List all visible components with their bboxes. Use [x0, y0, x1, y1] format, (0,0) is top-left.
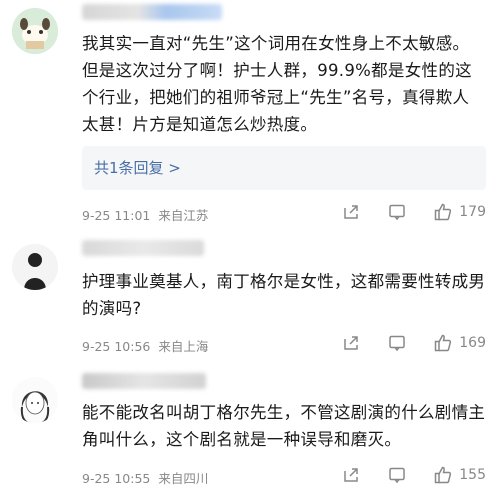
comment-button[interactable]	[387, 333, 407, 353]
share-button[interactable]	[341, 465, 361, 485]
thumbs-up-icon	[435, 466, 452, 484]
comment-text: 能不能改名叫胡丁格尔先生，不管这剧演的什么剧情主角叫什么，这个剧名就是一种误导和…	[82, 403, 486, 449]
like-count: 155	[459, 467, 486, 483]
comment-item: 能不能改名叫胡丁格尔先生，不管这剧演的什么剧情主角叫什么，这个剧名就是一种误导和…	[0, 365, 500, 500]
share-icon	[344, 205, 359, 219]
comment-button[interactable]	[387, 465, 407, 485]
timestamp: 9-25 11:01	[82, 208, 151, 223]
username-blurred[interactable]	[82, 240, 204, 256]
comment-actions: 169	[341, 332, 486, 354]
comment-icon	[389, 204, 406, 221]
replies-button[interactable]: 共1条回复 >	[82, 146, 486, 190]
comment-meta: 9-25 10:55 来自四川	[82, 468, 208, 487]
avatar[interactable]	[12, 244, 58, 290]
comment-meta: 9-25 10:56 来自上海	[82, 336, 208, 355]
username-blurred[interactable]	[82, 373, 206, 389]
timestamp: 9-25 10:55	[82, 471, 151, 486]
like-count: 179	[459, 204, 486, 220]
share-button[interactable]	[341, 333, 361, 353]
comment-icon	[389, 467, 406, 484]
location: 来自江苏	[158, 208, 209, 223]
comment-actions: 155	[341, 464, 486, 486]
like-button[interactable]: 169	[433, 333, 486, 353]
share-button[interactable]	[341, 202, 361, 222]
replies-label: 共1条回复 >	[94, 159, 181, 177]
like-button[interactable]: 179	[433, 202, 486, 222]
timestamp: 9-25 10:56	[82, 339, 151, 354]
thumbs-up-icon	[435, 334, 452, 352]
location: 来自四川	[158, 471, 209, 486]
thumbs-up-icon	[435, 203, 452, 221]
comment-button[interactable]	[387, 202, 407, 222]
comment-item: 我其实一直对“先生”这个词用在女性身上不太敏感。但是这次过分了啊！护士人群，99…	[0, 0, 500, 232]
comment-meta: 9-25 11:01 来自江苏	[82, 205, 208, 224]
comment-actions: 179	[341, 201, 486, 223]
comment-text: 我其实一直对“先生”这个词用在女性身上不太敏感。但是这次过分了啊！护士人群，99…	[82, 34, 472, 134]
location: 来自上海	[158, 339, 209, 354]
comment-item: 护理事业奠基人，南丁格尔是女性，这都需要性转成男的演吗? 9-25 10:56 …	[0, 232, 500, 365]
like-button[interactable]: 155	[433, 465, 486, 485]
avatar[interactable]	[12, 8, 58, 54]
share-icon	[344, 468, 359, 482]
like-count: 169	[459, 335, 486, 351]
avatar[interactable]	[12, 377, 58, 423]
username-blurred[interactable]	[82, 4, 222, 20]
share-icon	[344, 336, 359, 350]
comment-icon	[389, 335, 406, 352]
comment-text: 护理事业奠基人，南丁格尔是女性，这都需要性转成男的演吗?	[82, 272, 486, 318]
